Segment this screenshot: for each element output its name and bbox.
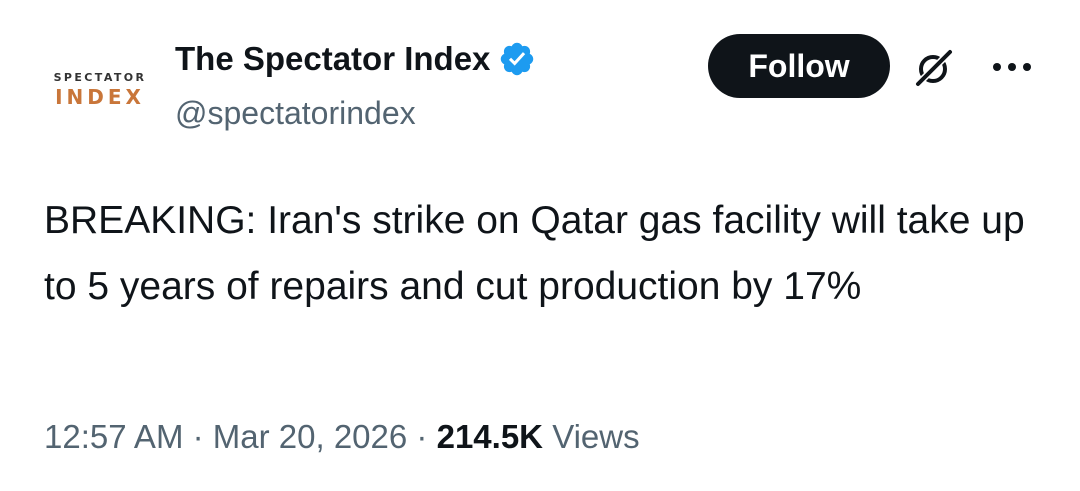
meta-separator: · — [192, 418, 204, 455]
author-handle[interactable]: @spectatorindex — [175, 95, 416, 132]
avatar-logo-line1: SPECTATOR — [53, 71, 147, 84]
tweet-time[interactable]: 12:57 AM — [44, 418, 183, 455]
avatar-logo-line2: INDEX — [55, 85, 145, 109]
author-name-row[interactable]: The Spectator Index — [175, 40, 536, 78]
tweet-meta: 12:57 AM · Mar 20, 2026 · 214.5K Views — [44, 418, 640, 456]
views-count: 214.5K — [436, 418, 544, 455]
views-label: Views — [552, 418, 640, 455]
grok-icon[interactable] — [912, 46, 956, 90]
avatar[interactable]: SPECTATOR INDEX — [44, 42, 156, 138]
tweet-date[interactable]: Mar 20, 2026 — [213, 418, 407, 455]
follow-button[interactable]: Follow — [708, 34, 890, 98]
meta-separator: · — [416, 418, 428, 455]
author-display-name[interactable]: The Spectator Index — [175, 40, 490, 78]
more-options-icon[interactable] — [990, 60, 1034, 74]
verified-badge-icon — [501, 42, 534, 76]
tweet-text: BREAKING: Iran's strike on Qatar gas fac… — [44, 199, 1025, 308]
